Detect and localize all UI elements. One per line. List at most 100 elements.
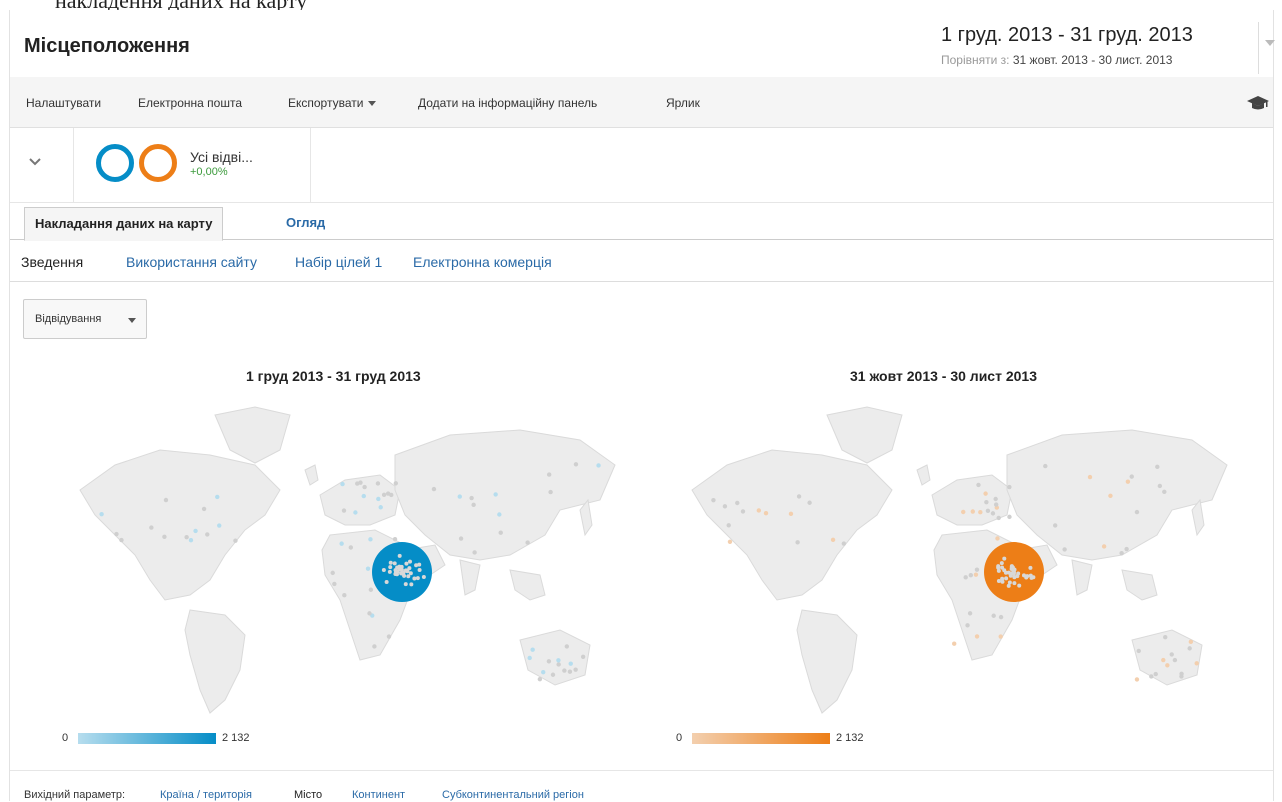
date-dropdown-arrow-icon[interactable] xyxy=(1265,40,1275,46)
city-marker xyxy=(556,662,561,667)
city-marker xyxy=(965,623,970,628)
city-marker xyxy=(339,541,344,546)
dimension-continent[interactable]: Континент xyxy=(352,789,405,801)
city-marker xyxy=(368,537,373,542)
city-marker xyxy=(1153,671,1158,677)
city-marker xyxy=(342,593,347,598)
city-marker xyxy=(381,568,386,573)
city-marker xyxy=(763,510,769,516)
dimension-subcontinent[interactable]: Субконтинентальний регіон xyxy=(442,789,584,801)
city-marker xyxy=(996,579,1001,584)
subtab-goal-set-1[interactable]: Набір цілей 1 xyxy=(295,254,382,270)
tab-overview[interactable]: Огляд xyxy=(276,207,335,239)
city-marker xyxy=(996,564,1001,569)
city-marker xyxy=(114,531,119,537)
city-marker xyxy=(1157,483,1163,489)
city-marker xyxy=(1101,544,1107,549)
subtab-summary[interactable]: Зведення xyxy=(21,254,83,270)
city-marker xyxy=(580,654,586,659)
city-marker xyxy=(1009,564,1014,569)
city-marker xyxy=(573,667,578,672)
city-marker xyxy=(973,572,979,577)
graduation-cap-icon[interactable] xyxy=(1247,95,1269,111)
city-marker xyxy=(1162,489,1167,495)
city-marker xyxy=(1021,573,1026,578)
city-marker xyxy=(978,509,983,515)
page-title: Місцеположення xyxy=(24,35,190,57)
legend-max: 2 132 xyxy=(836,732,864,744)
city-marker xyxy=(393,568,398,573)
city-marker xyxy=(497,512,502,517)
world-map-compare[interactable] xyxy=(652,395,1242,725)
city-marker xyxy=(1007,514,1012,520)
date-range-picker[interactable]: 1 груд. 2013 - 31 груд. 2013 Порівняти з… xyxy=(936,22,1259,74)
city-marker xyxy=(388,565,393,570)
city-marker xyxy=(788,511,794,517)
city-marker xyxy=(983,491,988,496)
city-marker xyxy=(996,515,1001,521)
city-marker xyxy=(1155,464,1160,470)
city-marker xyxy=(527,655,532,661)
city-marker xyxy=(393,481,399,486)
city-marker xyxy=(361,493,366,499)
city-marker xyxy=(735,500,740,506)
city-marker xyxy=(99,511,104,517)
segment-expand-toggle[interactable] xyxy=(10,128,74,202)
city-marker xyxy=(796,494,802,499)
city-marker xyxy=(1149,674,1154,679)
city-marker xyxy=(1187,646,1192,651)
city-marker xyxy=(330,570,335,576)
metric-selected: Відвідування xyxy=(35,313,102,325)
subtab-ecommerce[interactable]: Електронна комерція xyxy=(413,254,552,270)
city-marker xyxy=(740,509,746,514)
segment-all-visits[interactable]: Усі відві... +0,00% xyxy=(74,128,311,202)
segment-ring-blue-icon xyxy=(96,144,134,182)
city-marker xyxy=(348,545,354,550)
world-map-current[interactable] xyxy=(40,395,630,725)
tab-map-overlay[interactable]: Накладання даних на карту xyxy=(24,207,224,241)
subtab-site-usage[interactable]: Використання сайту xyxy=(126,254,257,270)
city-marker xyxy=(404,568,409,573)
city-marker xyxy=(392,536,398,542)
city-marker xyxy=(756,508,762,513)
city-marker xyxy=(389,492,394,498)
customize-button[interactable]: Налаштувати xyxy=(26,96,101,110)
date-range-text: 1 груд. 2013 - 31 груд. 2013 xyxy=(941,24,1193,46)
city-marker xyxy=(341,508,347,513)
city-marker xyxy=(149,525,154,530)
city-marker xyxy=(384,580,389,585)
city-marker xyxy=(1016,571,1021,576)
primary-dimension-bar: Вихідний параметр: Країна / територія Мі… xyxy=(10,770,1273,802)
city-marker xyxy=(193,528,198,534)
city-marker xyxy=(711,497,716,503)
city-marker xyxy=(362,484,367,490)
city-marker xyxy=(968,573,974,578)
city-marker xyxy=(184,534,189,540)
city-marker xyxy=(367,611,372,616)
city-marker xyxy=(567,669,573,674)
caret-down-icon xyxy=(368,101,377,107)
city-marker xyxy=(562,668,567,673)
export-button[interactable]: Експортувати xyxy=(288,96,377,110)
email-button[interactable]: Електронна пошта xyxy=(138,96,242,110)
city-marker xyxy=(546,659,552,664)
city-marker xyxy=(1011,571,1016,576)
compare-range-text: 31 жовт. 2013 - 30 лист. 2013 xyxy=(1012,53,1173,67)
shortcut-button[interactable]: Ярлик xyxy=(666,96,700,110)
dimension-city[interactable]: Місто xyxy=(294,789,322,801)
city-marker xyxy=(993,502,999,507)
dimension-country[interactable]: Країна / територія xyxy=(160,789,252,801)
city-marker xyxy=(573,462,579,467)
city-marker xyxy=(727,539,733,544)
city-marker xyxy=(996,568,1001,573)
city-marker xyxy=(1124,546,1129,552)
metric-select[interactable]: Відвідування xyxy=(23,299,147,339)
city-marker xyxy=(525,540,530,545)
city-marker xyxy=(970,509,975,514)
legend-gradient-blue xyxy=(78,733,216,744)
city-marker xyxy=(372,644,377,649)
city-marker xyxy=(387,569,392,574)
city-marker xyxy=(408,571,413,576)
city-marker xyxy=(1003,570,1008,575)
add-to-dashboard-button[interactable]: Додати на інформаційну панель xyxy=(418,96,597,110)
